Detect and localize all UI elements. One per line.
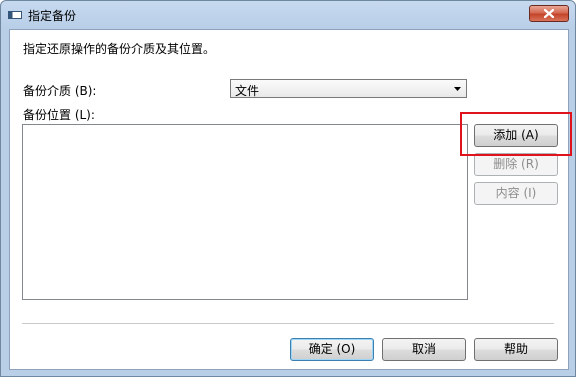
- backup-media-value: 文件: [235, 84, 260, 98]
- add-button-highlight: [460, 112, 572, 156]
- footer-divider: [22, 323, 554, 324]
- cancel-button[interactable]: 取消: [382, 338, 466, 361]
- backup-location-list[interactable]: [22, 124, 468, 300]
- backup-location-label: 备份位置 (L):: [23, 108, 95, 122]
- window-title: 指定备份: [28, 9, 77, 23]
- backup-media-dropdown[interactable]: 文件: [230, 79, 467, 98]
- dialog-client-area: 指定还原操作的备份介质及其位置。 备份介质 (B): 文件 备份位置 (L): …: [9, 29, 572, 370]
- help-button[interactable]: 帮助: [474, 338, 558, 361]
- dialog-window: 指定备份 指定还原操作的备份介质及其位置。 备份介质 (B): 文件 备份位置 …: [0, 0, 576, 377]
- window-icon: [8, 11, 22, 19]
- close-icon: [544, 9, 554, 18]
- delete-button[interactable]: 删除 (R): [474, 153, 558, 176]
- instruction-text: 指定还原操作的备份介质及其位置。: [23, 42, 216, 56]
- chevron-down-icon: [454, 87, 461, 91]
- properties-button[interactable]: 内容 (I): [474, 182, 558, 205]
- ok-button[interactable]: 确定 (O): [290, 338, 374, 361]
- backup-media-label: 备份介质 (B):: [23, 84, 97, 98]
- title-bar[interactable]: 指定备份: [1, 1, 575, 29]
- close-button[interactable]: [529, 5, 569, 22]
